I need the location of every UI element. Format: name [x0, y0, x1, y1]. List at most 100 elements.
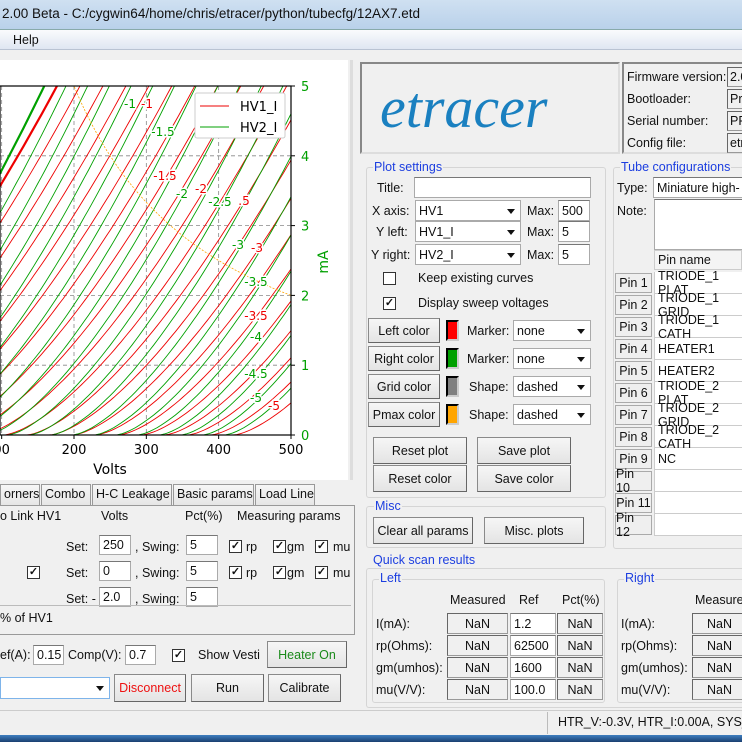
yl-axis-select[interactable]: HV1_I [415, 221, 521, 242]
swing-input[interactable]: 5 [186, 587, 218, 607]
right-marker-select[interactable]: none [513, 348, 591, 369]
pin-name-cell[interactable] [654, 492, 742, 514]
boot-label: Bootloader: [627, 92, 691, 106]
pmax-shape-select[interactable]: dashed [513, 404, 591, 425]
pin-button[interactable]: Pin 8 [615, 427, 652, 447]
yr-axis-select[interactable]: HV2_I [415, 244, 521, 265]
pin-button[interactable]: Pin 6 [615, 383, 652, 403]
pin-button[interactable]: Pin 10 [615, 467, 652, 495]
heater-on-button[interactable]: Heater On [267, 641, 347, 668]
save-plot-button[interactable]: Save plot [477, 437, 571, 464]
link-hv1-label: o Link HV1 [0, 509, 62, 523]
mu-checkbox[interactable]: ✓ [315, 540, 328, 553]
pin-button[interactable]: Pin 5 [615, 361, 652, 381]
curve-HV1_I-vg-4.25 [0, 330, 291, 435]
yr-max-input[interactable]: 5 [558, 244, 590, 265]
pin-name-cell[interactable]: TRIODE_1 CATH [654, 313, 742, 341]
tab-1[interactable]: Combo [41, 484, 91, 505]
note-textarea[interactable] [654, 199, 742, 250]
reset-plot-button[interactable]: Reset plot [373, 437, 467, 464]
grid-color-button[interactable]: Grid color [368, 374, 440, 399]
rp-checkbox[interactable]: ✓ [229, 566, 242, 579]
curve-HV2_I-vg-5 [0, 387, 291, 435]
x-max-input[interactable]: 500 [558, 200, 590, 221]
display-sweep-checkbox[interactable]: ✓ [383, 297, 396, 310]
pmax-color-button[interactable]: Pmax color [368, 402, 440, 427]
save-color-button[interactable]: Save color [477, 465, 571, 492]
swing-input[interactable]: 5 [186, 561, 218, 581]
mu-checkbox[interactable]: ✓ [315, 566, 328, 579]
ref-input[interactable]: 62500 [510, 635, 556, 656]
pin-button[interactable]: Pin 4 [615, 339, 652, 359]
pin-button[interactable]: Pin 11 [615, 493, 652, 513]
tab-0[interactable]: orners [0, 484, 40, 505]
status-text: HTR_V:-0.3V, HTR_I:0.00A, SYS_V [558, 715, 742, 729]
y-tick-label: 5 [301, 80, 309, 95]
misc-plots-button[interactable]: Misc. plots [484, 517, 584, 544]
disconnect-button[interactable]: Disconnect [114, 674, 186, 702]
divider [0, 605, 351, 606]
boot-value: Pr [727, 89, 742, 109]
set-input[interactable]: 0 [99, 561, 131, 581]
pin-button[interactable]: Pin 3 [615, 317, 652, 337]
pin-name-cell[interactable] [654, 514, 742, 536]
rp-label: rp [246, 540, 258, 554]
show-vesti-checkbox[interactable]: ✓ [172, 649, 185, 662]
pin-name-cell[interactable]: HEATER1 [654, 338, 742, 360]
pct-cell: NaN [557, 657, 603, 678]
splitter[interactable] [350, 60, 353, 480]
measured-right-cell: NaN [692, 679, 742, 700]
yl-max-input[interactable]: 5 [558, 221, 590, 242]
chevron-down-icon [577, 384, 585, 390]
pin-button[interactable]: Pin 7 [615, 405, 652, 425]
yr-axis-value: HV2_I [419, 247, 454, 262]
y-tick-label: 2 [301, 289, 309, 304]
run-button[interactable]: Run [191, 674, 264, 702]
right-color-button[interactable]: Right color [368, 346, 440, 371]
left-color-button[interactable]: Left color [368, 318, 440, 343]
calibrate-button[interactable]: Calibrate [268, 674, 341, 702]
pin-button[interactable]: Pin 1 [615, 273, 652, 293]
pin-name-cell[interactable]: NC [654, 448, 742, 470]
x-tick-label: 400 [206, 443, 231, 458]
y-tick-label: 3 [301, 220, 309, 235]
set-input[interactable]: 2.0 [99, 587, 131, 607]
pmax-color-swatch[interactable] [446, 404, 459, 425]
link-hv1-checkbox[interactable]: ✓ [27, 566, 40, 579]
tab-3[interactable]: Basic params [173, 484, 254, 505]
title-input[interactable] [414, 177, 591, 198]
ref-input[interactable]: 100.0 [510, 679, 556, 700]
rp-checkbox[interactable]: ✓ [229, 540, 242, 553]
x-axis-select[interactable]: HV1 [415, 200, 521, 221]
ref-input[interactable]: 1600 [510, 657, 556, 678]
tab-4[interactable]: Load Line [255, 484, 315, 505]
grid-color-swatch[interactable] [446, 376, 459, 397]
gm-checkbox[interactable]: ✓ [273, 566, 286, 579]
set-input[interactable]: 250 [99, 535, 131, 555]
heater-ref-input[interactable]: 0.15 [33, 645, 64, 665]
ref-input[interactable]: 1.2 [510, 613, 556, 634]
tube-type-input[interactable]: Miniature high- [653, 177, 742, 198]
left-color-swatch[interactable] [446, 320, 459, 341]
gm-checkbox[interactable]: ✓ [273, 540, 286, 553]
tab-2[interactable]: H-C Leakage [92, 484, 172, 505]
pin-button[interactable]: Pin 2 [615, 295, 652, 315]
keep-existing-checkbox[interactable] [383, 272, 396, 285]
reset-color-button[interactable]: Reset color [373, 465, 467, 492]
left-marker-select[interactable]: none [513, 320, 591, 341]
pct-cell: NaN [557, 635, 603, 656]
pin-name-cell[interactable]: TRIODE_2 CATH [654, 423, 742, 451]
swing-input[interactable]: 5 [186, 535, 218, 555]
grid-shape-select[interactable]: dashed [513, 376, 591, 397]
pin-name-cell[interactable] [654, 470, 742, 492]
pin-button[interactable]: Pin 12 [615, 511, 652, 539]
right-color-swatch[interactable] [446, 348, 459, 369]
max-label: Max: [527, 248, 555, 262]
comp-input[interactable]: 0.7 [125, 645, 156, 665]
port-select[interactable] [0, 677, 110, 699]
comp-label: Comp(V): [68, 648, 122, 662]
pin-button[interactable]: Pin 9 [615, 449, 652, 469]
chevron-down-icon [96, 686, 104, 691]
volts-header: Volts [101, 509, 129, 523]
clear-all-params-button[interactable]: Clear all params [373, 517, 473, 544]
